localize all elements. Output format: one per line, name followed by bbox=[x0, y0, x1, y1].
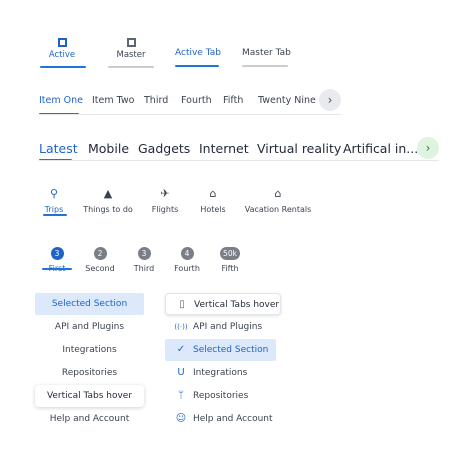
right-list-item-selected-section[interactable]: ✓ Selected Section bbox=[165, 339, 276, 361]
tab-master[interactable]: Master bbox=[108, 38, 154, 68]
left-list-item-vertical-tabs-hover[interactable]: Vertical Tabs hover bbox=[35, 385, 144, 407]
chevron-right-icon: › bbox=[327, 93, 333, 107]
tab-twenty-nine[interactable]: Twenty Nine bbox=[258, 95, 316, 106]
tab-label: Vacation Rentals bbox=[244, 205, 312, 214]
tab-label: Third bbox=[133, 264, 155, 273]
tab-third[interactable]: 3 Third bbox=[124, 241, 164, 273]
count-badge: 3 bbox=[50, 247, 64, 260]
count-badge: 3 bbox=[137, 247, 151, 260]
tab-master-tab[interactable]: Master Tab bbox=[242, 47, 291, 59]
tab-fourth[interactable]: Fourth bbox=[181, 95, 212, 106]
tab-virtual-reality[interactable]: Virtual reality bbox=[257, 141, 341, 156]
active-underline bbox=[40, 66, 86, 68]
item-label: API and Plugins bbox=[193, 322, 263, 332]
scroll-next-button[interactable]: › bbox=[417, 137, 439, 159]
tab-internet[interactable]: Internet bbox=[199, 141, 249, 156]
left-list-item-selected-section[interactable]: Selected Section bbox=[35, 293, 144, 315]
magnet-icon: U bbox=[177, 367, 185, 378]
tab-item-one[interactable]: Item One bbox=[39, 95, 83, 106]
row5-active-underline bbox=[42, 268, 72, 270]
square-icon bbox=[126, 38, 136, 47]
left-list-item-integrations[interactable]: Integrations bbox=[35, 339, 144, 361]
tab-label: Master bbox=[116, 50, 146, 60]
right-list-item-integrations[interactable]: U Integrations bbox=[165, 362, 281, 384]
item-label: Help and Account bbox=[193, 414, 273, 424]
tab-artificial-intelligence[interactable]: Artifical in... bbox=[343, 141, 418, 156]
tab-vacation-rentals[interactable]: ⌂ Vacation Rentals bbox=[243, 187, 313, 214]
tab-item-two[interactable]: Item Two bbox=[92, 95, 134, 106]
tab-mobile[interactable]: Mobile bbox=[88, 141, 129, 156]
active-tab-underline bbox=[175, 65, 219, 67]
count-badge: 2 bbox=[93, 247, 107, 260]
tab-label: Fifth bbox=[221, 264, 239, 273]
left-list-item-api-and-plugins[interactable]: API and Plugins bbox=[35, 316, 144, 338]
tab-fourth[interactable]: 4 Fourth bbox=[167, 241, 207, 273]
right-list-item-repositories[interactable]: ᛘ Repositories bbox=[165, 385, 281, 407]
square-icon bbox=[57, 38, 67, 47]
right-list-item-help-and-account[interactable]: ☺ Help and Account bbox=[165, 408, 281, 430]
tab-gadgets[interactable]: Gadgets bbox=[138, 141, 190, 156]
tab-latest[interactable]: Latest bbox=[39, 141, 78, 156]
right-list-item-vertical-tabs-hover[interactable]: ▯ Vertical Tabs hover bbox=[165, 293, 281, 315]
tab-label: Second bbox=[85, 264, 115, 273]
tab-label: Active bbox=[48, 50, 76, 60]
tab-label: Hotels bbox=[200, 205, 226, 214]
right-list-item-api-and-plugins[interactable]: ((·)) API and Plugins bbox=[165, 316, 281, 338]
mouse-icon: ▯ bbox=[179, 299, 185, 310]
user-circle-icon: ☺ bbox=[175, 413, 187, 424]
row2-divider bbox=[39, 114, 341, 115]
count-badge: 4 bbox=[180, 247, 194, 260]
tab-label: Fourth bbox=[174, 264, 200, 273]
git-branch-icon: ᛘ bbox=[178, 390, 184, 401]
left-list-item-repositories[interactable]: Repositories bbox=[35, 362, 144, 384]
tab-hotels[interactable]: ⌂ Hotels bbox=[178, 187, 248, 214]
broadcast-icon: ((·)) bbox=[174, 323, 188, 331]
house-icon: ⌂ bbox=[274, 187, 282, 200]
check-icon: ✓ bbox=[176, 344, 186, 355]
item-label: Vertical Tabs hover bbox=[194, 300, 280, 310]
hotel-bed-icon: ⌂ bbox=[209, 187, 217, 200]
tab-fifth[interactable]: Fifth bbox=[223, 95, 243, 106]
tab-active-tab[interactable]: Active Tab bbox=[175, 47, 221, 59]
count-badge: 50k bbox=[220, 247, 240, 260]
row4-active-underline bbox=[43, 214, 67, 216]
chevron-right-icon: › bbox=[425, 141, 431, 155]
master-tab-underline bbox=[242, 65, 288, 67]
tab-second[interactable]: 2 Second bbox=[80, 241, 120, 273]
tab-active[interactable]: Active bbox=[40, 38, 84, 68]
item-label: Integrations bbox=[193, 368, 248, 378]
row3-divider bbox=[39, 160, 439, 161]
master-underline bbox=[108, 66, 154, 68]
item-label: Selected Section bbox=[193, 345, 269, 355]
scroll-next-button[interactable]: › bbox=[319, 89, 341, 111]
item-label: Repositories bbox=[193, 391, 249, 401]
tab-fifth[interactable]: 50k Fifth bbox=[210, 241, 250, 273]
left-list-item-help-and-account[interactable]: Help and Account bbox=[35, 408, 144, 430]
tab-third[interactable]: Third bbox=[144, 95, 168, 106]
